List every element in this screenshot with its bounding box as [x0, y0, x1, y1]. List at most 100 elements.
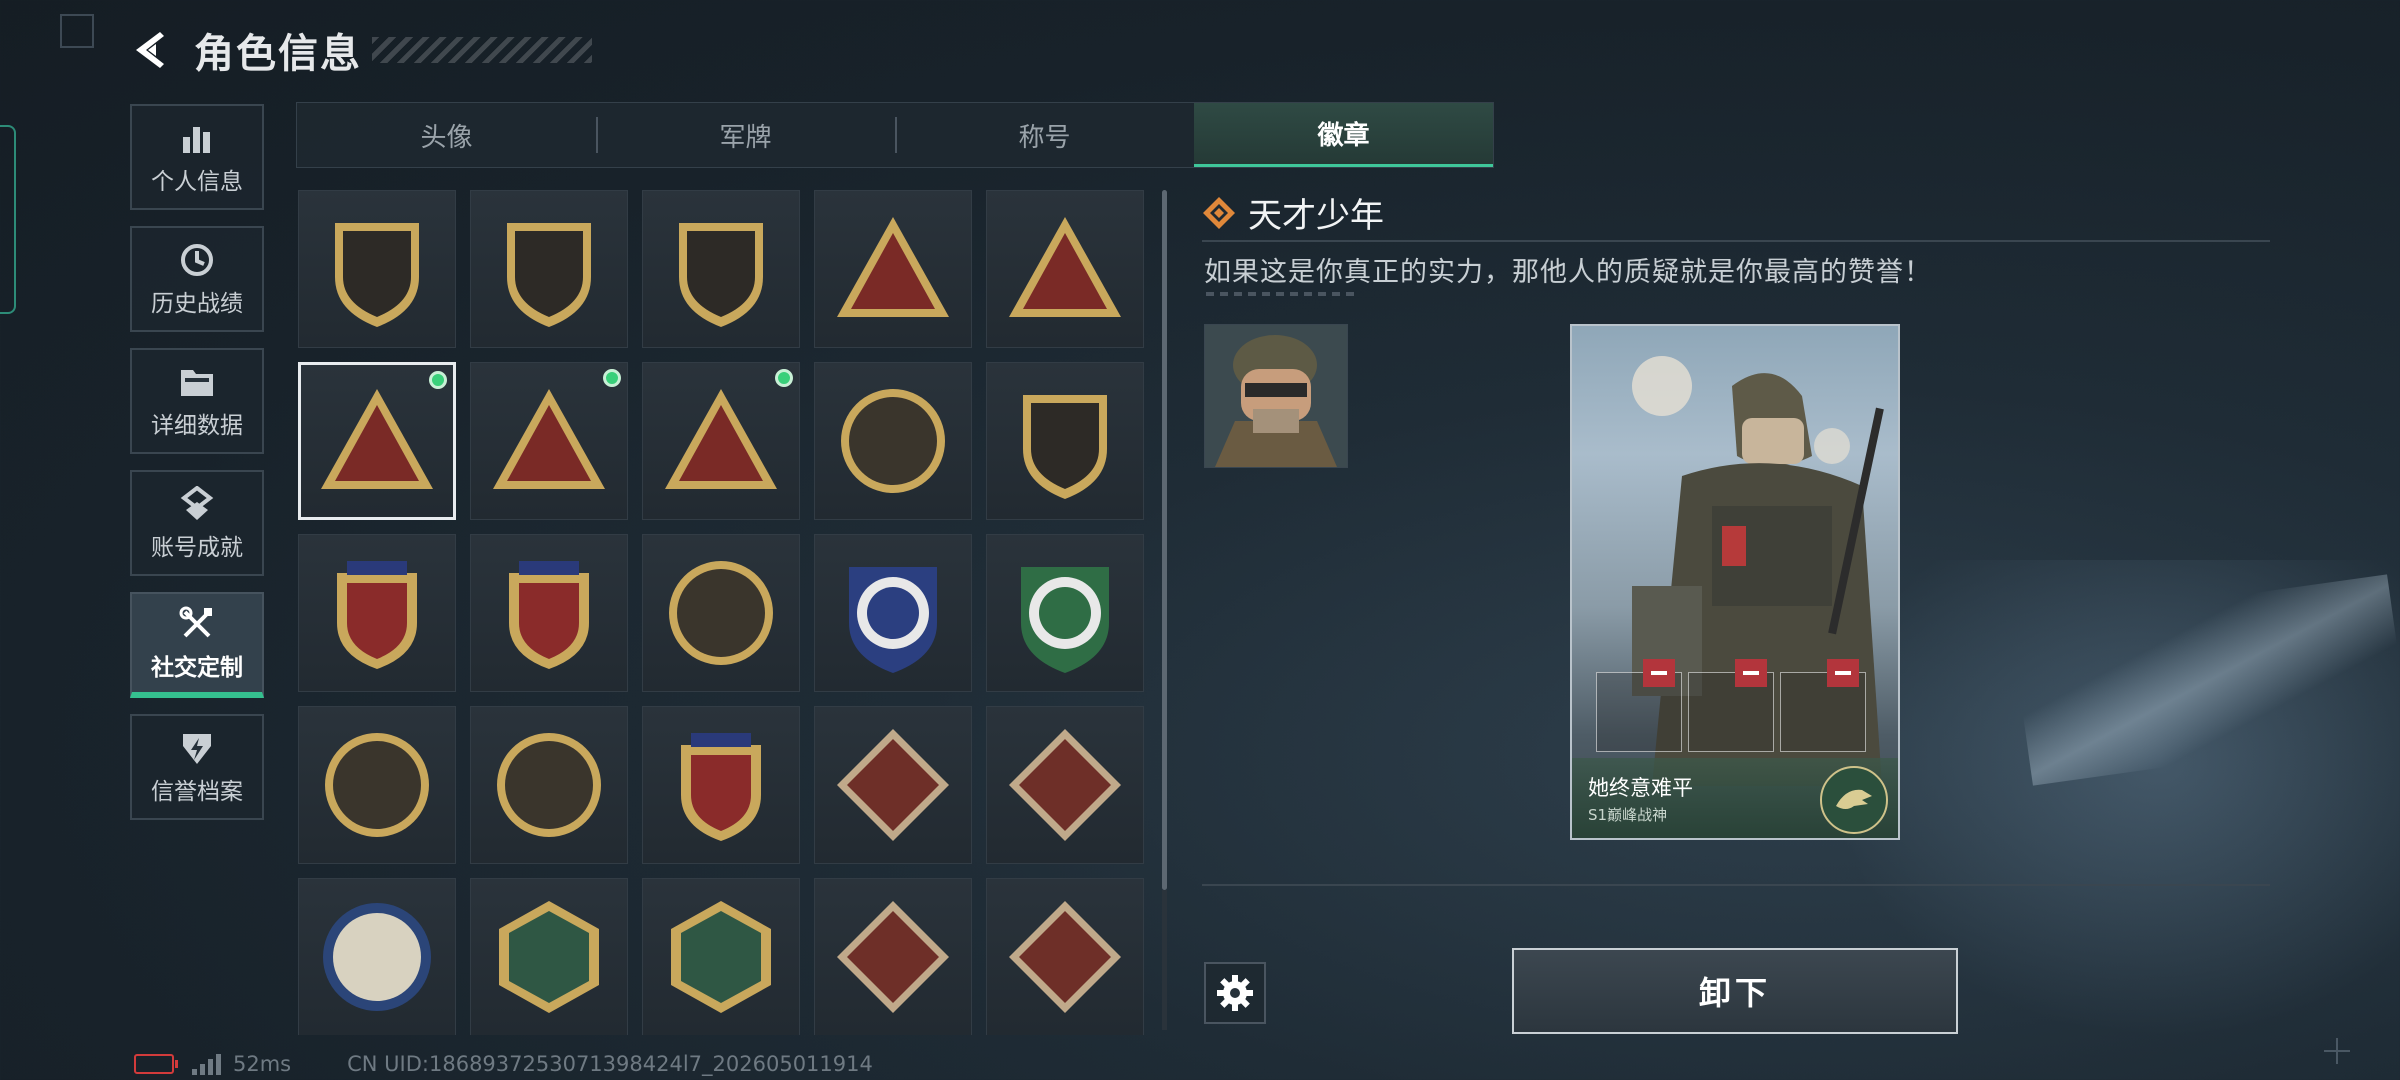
- badge-slot-2[interactable]: [1688, 659, 1774, 752]
- badge-slot-3[interactable]: [1780, 659, 1866, 752]
- divider: [1202, 240, 2270, 242]
- corner-box: [60, 14, 94, 48]
- wasp-hexagon-badge-icon: [499, 901, 599, 1013]
- card-subtitle: S1巅峰战神: [1588, 806, 1668, 824]
- badge-title: 天才少年: [1248, 196, 1384, 236]
- badge-cell-golden-rifle-crest-badge[interactable]: [642, 706, 800, 864]
- badge-cell-wasp-hexagon-badge[interactable]: [470, 878, 628, 1035]
- tools-icon: [179, 604, 215, 644]
- divider: [1202, 884, 2270, 886]
- diamond-icon: [1203, 196, 1235, 229]
- badge-cell-diamond-crest-badge[interactable]: [470, 534, 628, 692]
- badge-cell-skull-circle-badge[interactable]: [642, 534, 800, 692]
- sidebar-item-reputation[interactable]: 信誉档案: [130, 714, 264, 820]
- medic-hexagon-badge-icon: [671, 901, 771, 1013]
- card-name: 她终意难平: [1588, 776, 1693, 800]
- badge-cell-rocket-triangle-badge[interactable]: [642, 362, 800, 520]
- number-one-triangle-badge-icon: [1009, 217, 1121, 317]
- description-dashes: [1206, 292, 1356, 296]
- wolf-diamond-badge-2-icon: [1009, 729, 1121, 841]
- usb-triangle-badge-icon: [321, 389, 433, 489]
- sidebar-item-label: 详细数据: [151, 413, 243, 439]
- badge-cell-wolf-diamond-badge[interactable]: [814, 706, 972, 864]
- badge-cell-fist-triangle-badge[interactable]: [814, 190, 972, 348]
- card-footer: 她终意难平 S1巅峰战神: [1572, 758, 1898, 838]
- crest-emblem-badge-icon: [337, 561, 417, 669]
- badge-cell-number-one-triangle-badge[interactable]: [986, 190, 1144, 348]
- folder-icon: [179, 362, 215, 402]
- sidebar-item-social-custom[interactable]: 社交定制: [130, 592, 264, 698]
- dragon-diamond-badge-icon: [837, 901, 949, 1013]
- sidebar-item-label: 账号成就: [151, 535, 243, 561]
- diamond-crest-badge-icon: [509, 561, 589, 669]
- equipped-indicator: [603, 369, 621, 387]
- blue-rifle-shield-badge-icon: [849, 567, 937, 673]
- history-icon: [179, 240, 215, 280]
- badge-cell-usb-triangle-badge[interactable]: [298, 362, 456, 520]
- player-card[interactable]: 她终意难平 S1巅峰战神: [1570, 324, 1900, 840]
- badge-cell-sniper-shield-badge[interactable]: [470, 706, 628, 864]
- crocodile-emblem-icon: [1820, 766, 1888, 834]
- badge-cell-medic-hexagon-badge[interactable]: [642, 878, 800, 1035]
- badge-slot-1[interactable]: [1596, 659, 1682, 752]
- remove-icon[interactable]: [1827, 659, 1859, 687]
- avatar: [1204, 324, 1348, 468]
- ping-text: 52ms: [233, 1052, 292, 1076]
- detail-header: 天才少年: [1202, 188, 1384, 237]
- eagle-circle-badge-icon: [323, 903, 431, 1011]
- sidebar-item-achievements[interactable]: 账号成就: [130, 470, 264, 576]
- wolf-diamond-badge-icon: [837, 729, 949, 841]
- sidebar-item-history[interactable]: 历史战绩: [130, 226, 264, 332]
- tab-bar: 头像 军牌 称号 徽章: [296, 102, 1494, 168]
- tab-dog-tag[interactable]: 军牌: [596, 103, 895, 167]
- settings-button[interactable]: [1204, 962, 1266, 1024]
- sidebar-item-label: 个人信息: [151, 169, 243, 195]
- remove-icon[interactable]: [1735, 659, 1767, 687]
- helicopter-badge-icon: [507, 223, 591, 327]
- badge-cell-dragon-diamond-badge[interactable]: [814, 878, 972, 1035]
- chevron-shield-badge-icon: [1023, 395, 1107, 499]
- skull-circle-badge-icon: [669, 561, 773, 665]
- badge-cell-soldiers-triangle-badge[interactable]: [470, 362, 628, 520]
- badge-cell-runner-diamond-badge[interactable]: [986, 878, 1144, 1035]
- runner-diamond-badge-icon: [1009, 901, 1121, 1013]
- tab-badge[interactable]: 徽章: [1194, 103, 1493, 167]
- badge-cell-star-skull-badge[interactable]: [814, 362, 972, 520]
- fist-triangle-badge-icon: [837, 217, 949, 317]
- badge-cell-blue-rifle-shield-badge[interactable]: [814, 534, 972, 692]
- left-edge-tab[interactable]: [0, 125, 16, 314]
- uid-text: CN UID:1868937253071398424l7_20260501191…: [347, 1052, 873, 1076]
- status-bar: 52ms CN UID:1868937253071398424l7_202605…: [134, 1052, 873, 1076]
- badge-cell-dagger-shield-badge[interactable]: [642, 190, 800, 348]
- sidebar-item-personal-info[interactable]: 个人信息: [130, 104, 264, 210]
- unload-button[interactable]: 卸下: [1512, 948, 1958, 1034]
- badge-cell-wolf-diamond-badge-2[interactable]: [986, 706, 1144, 864]
- badge-cell-green-rifle-shield-badge[interactable]: [986, 534, 1144, 692]
- scrollbar-thumb[interactable]: [1162, 190, 1167, 890]
- top-bar: 角色信息: [130, 22, 592, 78]
- badge-cell-eagle-circle-badge[interactable]: [298, 878, 456, 1035]
- badge-cell-crest-emblem-badge[interactable]: [298, 534, 456, 692]
- lightning-shield-icon: [180, 728, 214, 768]
- card-badge-slots: [1596, 659, 1866, 752]
- bar-chart-icon: [180, 118, 214, 158]
- remove-icon[interactable]: [1643, 659, 1675, 687]
- soldiers-triangle-badge-icon: [493, 389, 605, 489]
- golden-rifle-crest-badge-icon: [681, 733, 761, 841]
- badge-cell-rifle-shield-badge[interactable]: [298, 706, 456, 864]
- crosshair-icon: [2324, 1038, 2350, 1064]
- badge-grid: [298, 190, 1148, 1035]
- badge-cell-helicopter-badge[interactable]: [470, 190, 628, 348]
- tab-title[interactable]: 称号: [895, 103, 1194, 167]
- shield-triangle-badge-icon: [335, 223, 419, 327]
- gear-icon: [1217, 975, 1253, 1011]
- back-icon[interactable]: [130, 28, 174, 72]
- rifle-shield-badge-icon: [325, 733, 429, 837]
- badge-description: 如果这是你真正的实力，那他人的质疑就是你最高的赞誉！: [1204, 257, 1932, 288]
- badge-cell-chevron-shield-badge[interactable]: [986, 362, 1144, 520]
- badge-cell-shield-triangle-badge[interactable]: [298, 190, 456, 348]
- scrollbar-track[interactable]: [1162, 890, 1167, 1030]
- sidebar-item-detail-data[interactable]: 详细数据: [130, 348, 264, 454]
- tab-avatar[interactable]: 头像: [297, 103, 596, 167]
- sniper-shield-badge-icon: [497, 733, 601, 837]
